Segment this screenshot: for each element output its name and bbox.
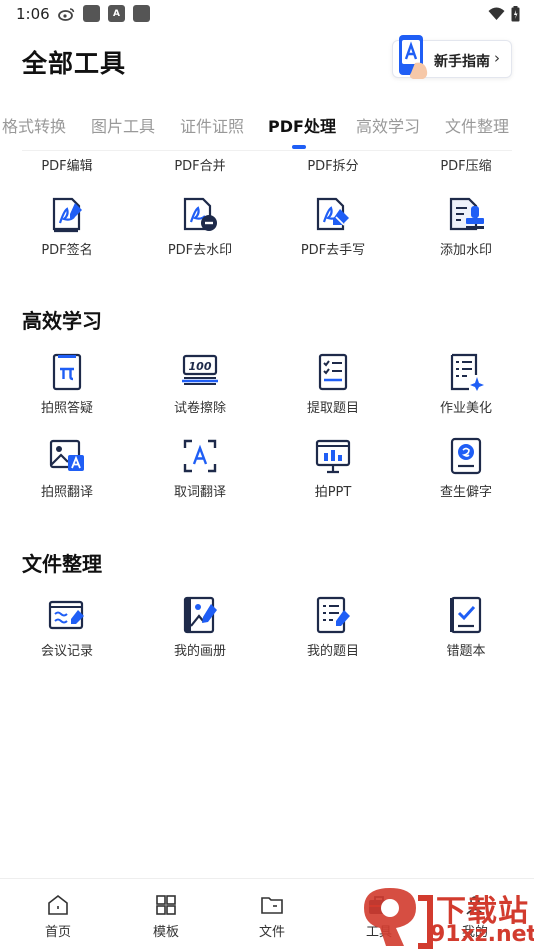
folder-icon xyxy=(261,897,283,914)
weibo-icon xyxy=(58,7,75,21)
battery-icon xyxy=(511,6,520,22)
tool-label: 作业美化 xyxy=(439,401,492,416)
section-title-files: 文件整理 xyxy=(22,552,102,576)
tool-pdf-sign[interactable]: PDF签名 xyxy=(0,195,134,258)
nav-label: 首页 xyxy=(44,925,71,940)
beginner-guide-button[interactable]: 新手指南 › xyxy=(392,35,512,79)
tool-label: 拍照答疑 xyxy=(40,401,93,416)
svg-text:100: 100 xyxy=(189,360,212,373)
guide-label: 新手指南 xyxy=(434,54,490,70)
tool-photo-ppt[interactable]: 拍PPT xyxy=(266,437,400,500)
rare-character-icon xyxy=(450,437,482,475)
wifi-icon xyxy=(488,7,505,20)
tool-label: 错题本 xyxy=(446,644,486,659)
my-album-icon xyxy=(183,596,217,634)
tool-label: PDF去手写 xyxy=(300,243,366,258)
tool-pdf-remove-handwriting[interactable]: PDF去手写 xyxy=(266,195,400,258)
tool-label: 试卷擦除 xyxy=(173,401,226,416)
tool-exam-erase[interactable]: 100 试卷擦除 xyxy=(133,353,267,416)
tool-label: 取词翻译 xyxy=(173,485,226,500)
my-questions-icon xyxy=(316,596,350,634)
home-icon xyxy=(48,894,68,915)
section-title-study: 高效学习 xyxy=(22,309,102,333)
tool-photo-translate[interactable]: 拍照翻译 xyxy=(0,437,134,500)
nav-home[interactable]: 首页 xyxy=(18,893,98,940)
photo-translate-icon xyxy=(49,439,84,471)
pdf-remove-handwriting-icon xyxy=(316,197,349,231)
add-watermark-icon xyxy=(449,197,484,231)
nav-label: 模板 xyxy=(152,925,179,940)
meeting-notes-icon xyxy=(48,600,84,630)
photo-ppt-icon xyxy=(315,439,351,474)
page-title: 全部工具 xyxy=(22,49,127,78)
photo-qa-icon xyxy=(52,353,82,391)
tabs-divider xyxy=(22,150,512,151)
tool-label: 我的画册 xyxy=(173,644,226,659)
nav-files[interactable]: 文件 xyxy=(232,893,312,940)
tool-my-questions[interactable]: 我的题目 xyxy=(266,596,400,659)
tool-photo-qa[interactable]: 拍照答疑 xyxy=(0,353,134,416)
mistake-book-icon xyxy=(450,596,482,634)
notification-square-icon xyxy=(83,5,100,22)
tool-pdf-compress[interactable]: PDF压缩 xyxy=(399,155,533,174)
tool-label: 会议记录 xyxy=(40,644,93,659)
homework-beautify-icon xyxy=(450,353,484,391)
tool-meeting-notes[interactable]: 会议记录 xyxy=(0,596,134,659)
pdf-sign-icon xyxy=(52,197,82,233)
status-bar: 1:06 A xyxy=(0,0,534,30)
tool-pdf-split[interactable]: PDF拆分 xyxy=(266,155,400,174)
active-tab-indicator xyxy=(292,145,306,149)
tool-word-translate[interactable]: 取词翻译 xyxy=(133,437,267,500)
tool-add-watermark[interactable]: 添加水印 xyxy=(399,195,533,258)
notification-square-icon-2 xyxy=(133,5,150,22)
tab-id-photos[interactable]: 证件证照 xyxy=(180,113,244,137)
notification-a-icon: A xyxy=(108,5,125,22)
status-notification-icons: A xyxy=(58,5,150,22)
watermark-logo-icon xyxy=(364,888,433,949)
tab-image-tools[interactable]: 图片工具 xyxy=(91,113,155,137)
word-translate-icon xyxy=(183,439,217,473)
tab-study[interactable]: 高效学习 xyxy=(356,113,420,137)
tool-label: PDF签名 xyxy=(41,243,93,258)
guide-phone-icon xyxy=(399,35,428,79)
nav-templates[interactable]: 模板 xyxy=(126,893,206,940)
tool-label: 添加水印 xyxy=(439,243,492,258)
exam-erase-icon: 100 xyxy=(182,354,218,385)
chevron-right-icon: › xyxy=(494,49,500,67)
tool-pdf-remove-watermark[interactable]: PDF去水印 xyxy=(133,195,267,258)
status-system-icons xyxy=(488,6,520,22)
tool-label: 提取题目 xyxy=(306,401,359,416)
tool-rare-character[interactable]: 查生僻字 xyxy=(399,437,533,500)
tool-label: 拍照翻译 xyxy=(40,485,93,500)
watermark-text-bottom: 91xz.net xyxy=(430,922,534,947)
tool-label: 拍PPT xyxy=(314,485,352,500)
tool-label: PDF去水印 xyxy=(167,243,233,258)
tool-mistake-book[interactable]: 错题本 xyxy=(399,596,533,659)
category-tabs: 格式转换 图片工具 证件证照 PDF处理 高效学习 文件整理 xyxy=(0,113,534,153)
pdf-remove-watermark-icon xyxy=(183,197,217,231)
tab-file-organize[interactable]: 文件整理 xyxy=(445,113,509,137)
tool-homework-beautify[interactable]: 作业美化 xyxy=(399,353,533,416)
tool-pdf-merge[interactable]: PDF合并 xyxy=(133,155,267,174)
tool-extract-questions[interactable]: 提取题目 xyxy=(266,353,400,416)
tab-pdf[interactable]: PDF处理 xyxy=(268,113,336,137)
tool-pdf-edit[interactable]: PDF编辑 xyxy=(0,155,134,174)
nav-label: 文件 xyxy=(258,925,285,940)
site-watermark: 下载站 91xz.net xyxy=(360,884,534,950)
tool-label: 我的题目 xyxy=(306,644,359,659)
extract-questions-icon xyxy=(318,353,348,391)
tool-label: 查生僻字 xyxy=(439,485,492,500)
template-icon xyxy=(156,895,176,915)
tool-my-album[interactable]: 我的画册 xyxy=(133,596,267,659)
status-time: 1:06 xyxy=(16,5,50,23)
tab-format-convert[interactable]: 格式转换 xyxy=(2,113,66,137)
